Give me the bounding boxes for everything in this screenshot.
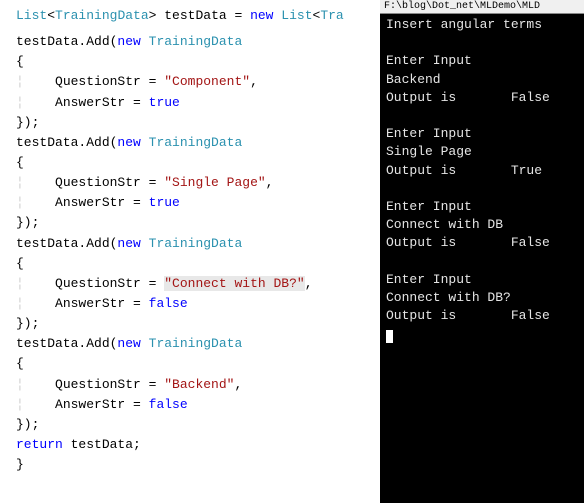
code-line-q1: ¦ QuestionStr = "Component", [16,72,380,92]
code-line-closebrace: } [16,455,380,475]
code-line-add1: testData.Add(new TrainingData [16,32,380,52]
console-output: Insert angular terms Enter Input Backend… [380,14,584,345]
code-line-close4: }); [16,415,380,435]
console-line [386,180,578,198]
console-line: Output is False [386,234,578,252]
code-line-close1: }); [16,113,380,133]
code-line-close3: }); [16,314,380,334]
code-line-add4: testData.Add(new TrainingData [16,334,380,354]
console-title-bar: F:\blog\Dot_net\MLDemo\MLD [380,0,584,14]
console-line [386,34,578,52]
code-line-q2: ¦ QuestionStr = "Single Page", [16,173,380,193]
console-line: Output is False [386,307,578,325]
code-line-return: return testData; [16,435,380,455]
code-line-q3: ¦ QuestionStr = "Connect with DB?", [16,274,380,294]
console-line: Enter Input [386,125,578,143]
console-line [386,252,578,270]
console-line: Connect with DB? [386,289,578,307]
console-line: Connect with DB [386,216,578,234]
console-line: Enter Input [386,198,578,216]
console-line: Enter Input [386,271,578,289]
console-line: Single Page [386,143,578,161]
console-line [386,107,578,125]
code-line-openbrace2: { [16,153,380,173]
console-line: Output is True [386,162,578,180]
code-line-close2: }); [16,213,380,233]
console-line: Backend [386,71,578,89]
code-line-a4: ¦ AnswerStr = false [16,395,380,415]
code-line-a1: ¦ AnswerStr = true [16,93,380,113]
console-window[interactable]: F:\blog\Dot_net\MLDemo\MLD Insert angula… [380,0,584,503]
cursor-icon [386,330,393,343]
console-line: Output is False [386,89,578,107]
console-line: Insert angular terms [386,16,578,34]
code-line-add2: testData.Add(new TrainingData [16,133,380,153]
code-line-a3: ¦ AnswerStr = false [16,294,380,314]
code-line-openbrace1: { [16,52,380,72]
code-line-openbrace3: { [16,254,380,274]
code-line-1: List<TrainingData> testData = new List<T… [16,6,380,26]
code-editor[interactable]: List<TrainingData> testData = new List<T… [0,0,380,503]
code-line-q4: ¦ QuestionStr = "Backend", [16,375,380,395]
code-line-a2: ¦ AnswerStr = true [16,193,380,213]
console-cursor-line [386,325,578,343]
code-line-add3: testData.Add(new TrainingData [16,234,380,254]
code-line-openbrace4: { [16,354,380,374]
console-line: Enter Input [386,52,578,70]
console-title-text: F:\blog\Dot_net\MLDemo\MLD [384,1,540,12]
